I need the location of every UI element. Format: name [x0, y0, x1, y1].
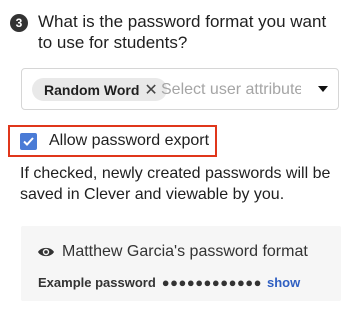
allow-export-checkbox[interactable]: [20, 132, 37, 150]
user-attributes-input[interactable]: [161, 78, 301, 101]
show-password-link[interactable]: show: [267, 275, 300, 290]
user-attributes-multiselect[interactable]: Random Word ✕: [21, 68, 339, 110]
caret-down-icon[interactable]: [318, 86, 328, 92]
export-help-text: If checked, newly created passwords will…: [20, 165, 331, 203]
example-password-label: Example password: [38, 275, 156, 290]
masked-password: ●●●●●●●●●●●●: [161, 275, 263, 290]
allow-password-export-option[interactable]: Allow password export: [8, 125, 217, 157]
preview-title: Matthew Garcia's password format: [62, 243, 308, 260]
password-format-question: What is the password format you want to …: [38, 12, 327, 52]
step-number-badge: 3: [10, 14, 28, 32]
password-format-preview: Matthew Garcia's password format Example…: [21, 226, 341, 301]
allow-export-label: Allow password export: [49, 132, 210, 149]
chip-label: Random Word: [44, 81, 140, 98]
random-word-chip: Random Word ✕: [32, 78, 167, 101]
checkmark-icon: [23, 136, 34, 146]
example-password-row: Example password ●●●●●●●●●●●● show: [38, 275, 300, 290]
eye-icon: [38, 247, 54, 257]
close-icon[interactable]: ✕: [144, 80, 157, 100]
